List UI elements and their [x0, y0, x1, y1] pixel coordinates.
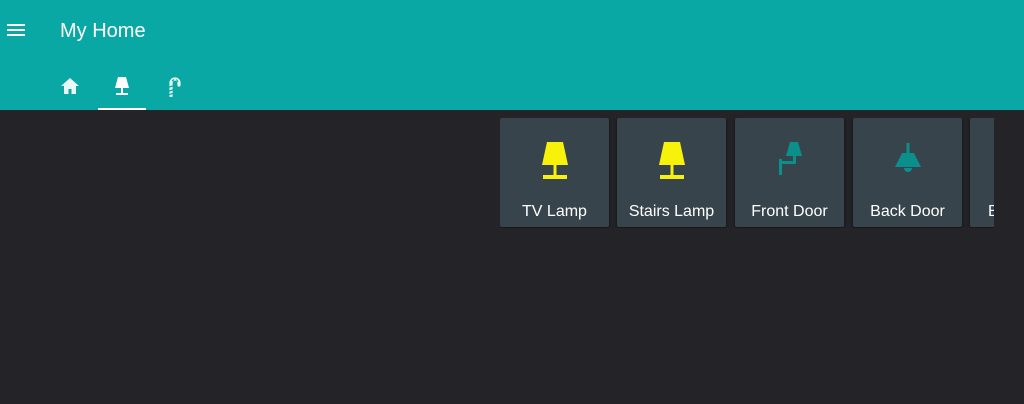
card-tv-lamp[interactable]: TV Lamp: [500, 118, 609, 227]
card-back-door[interactable]: Back Door: [853, 118, 962, 227]
lamp-icon: [658, 142, 685, 179]
tab-lights[interactable]: [98, 62, 146, 110]
card-front-door[interactable]: Front Door: [735, 118, 844, 227]
menu-button[interactable]: [4, 18, 28, 42]
card-label: Front Door: [751, 203, 828, 220]
lamp-icon: [541, 142, 568, 179]
home-icon: [61, 78, 79, 94]
card-label: Back Door: [870, 203, 945, 220]
card-stairs-lamp[interactable]: Stairs Lamp: [617, 118, 726, 227]
card-label: B: [988, 203, 994, 220]
ceiling-light-icon: [894, 143, 921, 172]
candy-cane-icon: [169, 77, 181, 97]
menu-icon: [7, 24, 25, 36]
app-title: My Home: [60, 20, 146, 42]
lamp-icon: [115, 77, 129, 95]
card-partial[interactable]: B: [970, 118, 994, 227]
wall-sconce-icon: [778, 142, 802, 175]
tab-home[interactable]: [46, 62, 94, 110]
entity-cards-row: TV Lamp Stairs Lamp Front Door Back Door…: [500, 118, 994, 228]
card-label: Stairs Lamp: [628, 203, 715, 220]
card-label: TV Lamp: [522, 203, 587, 220]
tab-holiday[interactable]: [150, 62, 198, 110]
app-header: My Home: [0, 0, 1024, 110]
